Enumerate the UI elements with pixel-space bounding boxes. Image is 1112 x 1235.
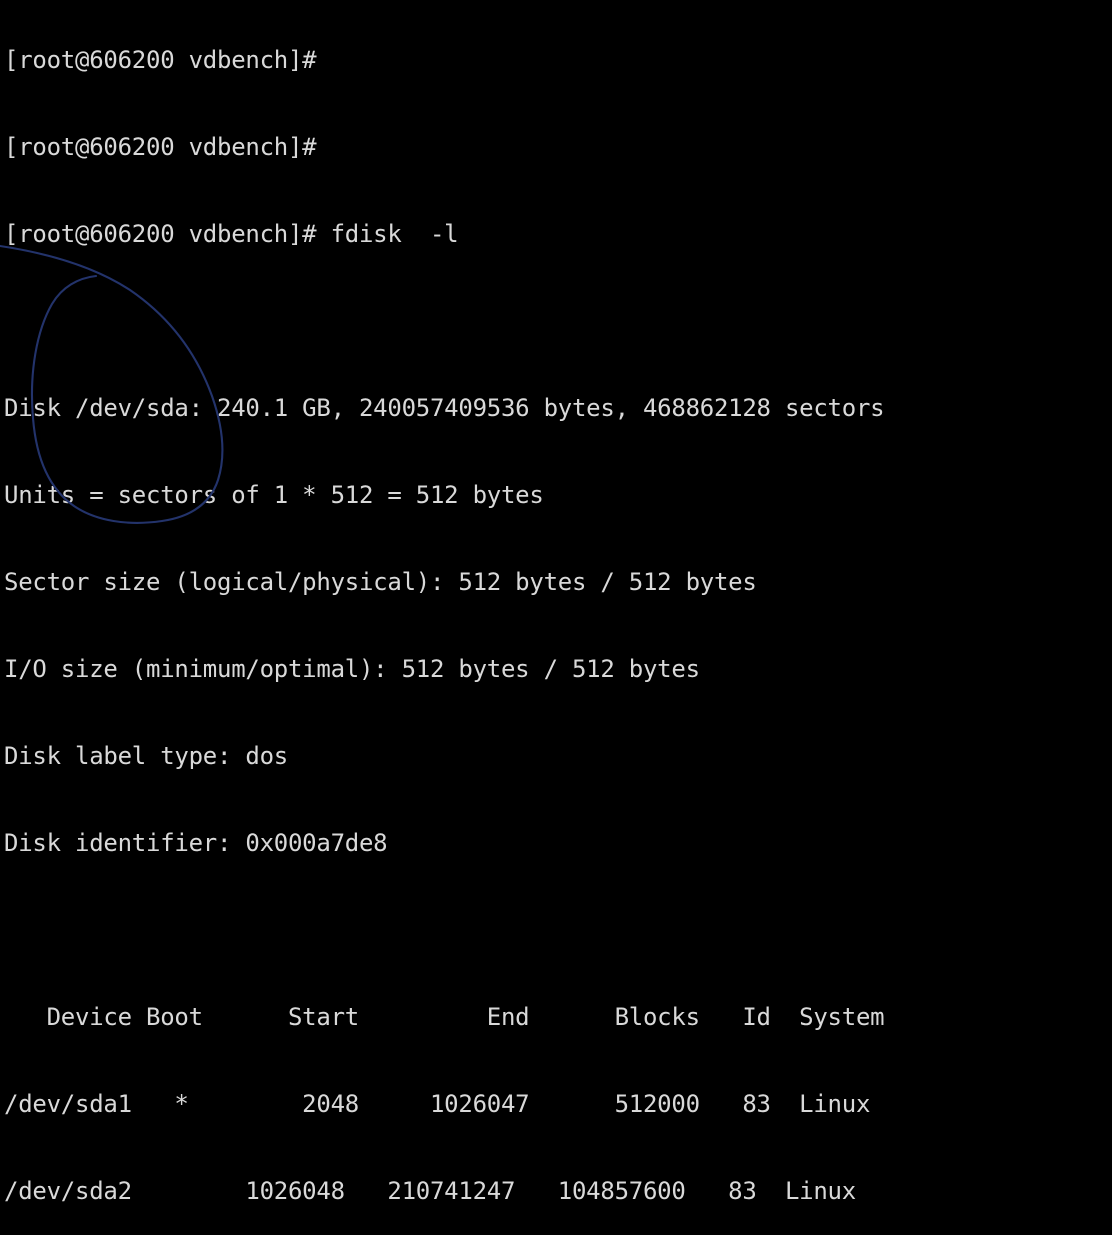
terminal-line-disk-sda: Disk /dev/sda: 240.1 GB, 240057409536 by… — [4, 394, 885, 422]
terminal-window[interactable]: [root@606200 vdbench]# [root@606200 vdbe… — [0, 0, 1112, 1235]
terminal-line: Disk label type: dos — [4, 742, 288, 770]
terminal-line: Disk identifier: 0x000a7de8 — [4, 829, 388, 857]
partition-row-sda1: /dev/sda1 * 2048 1026047 512000 83 Linux — [4, 1090, 871, 1118]
terminal-line: Sector size (logical/physical): 512 byte… — [4, 568, 757, 596]
terminal-output[interactable]: [root@606200 vdbench]# [root@606200 vdbe… — [0, 0, 1112, 1223]
terminal-line: Units = sectors of 1 * 512 = 512 bytes — [4, 481, 544, 509]
terminal-line: I/O size (minimum/optimal): 512 bytes / … — [4, 655, 700, 683]
partition-table-header: Device Boot Start End Blocks Id System — [4, 1003, 885, 1031]
terminal-line: [root@606200 vdbench]# — [4, 46, 317, 74]
terminal-line: [root@606200 vdbench]# — [4, 133, 317, 161]
partition-row-sda2: /dev/sda2 1026048 210741247 104857600 83… — [4, 1177, 856, 1205]
terminal-line-command-fdisk: [root@606200 vdbench]# fdisk -l — [4, 220, 459, 248]
